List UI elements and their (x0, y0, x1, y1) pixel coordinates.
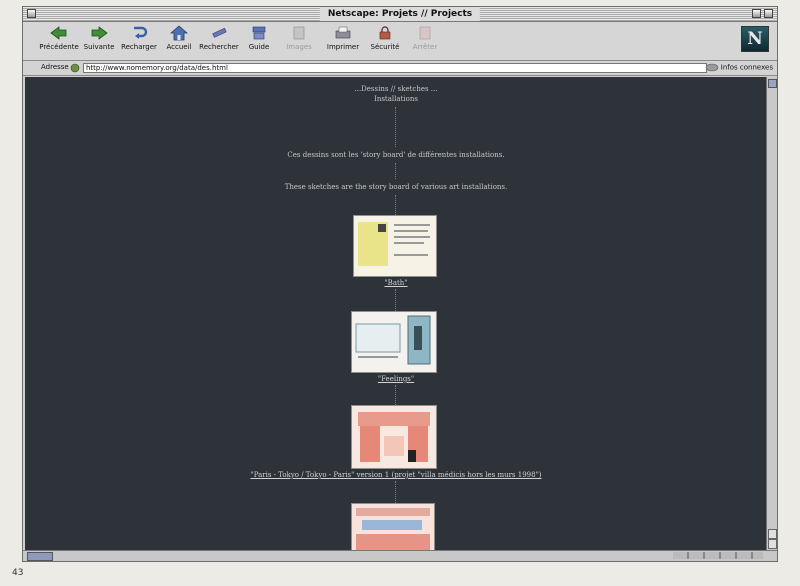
scroll-thumb[interactable] (768, 79, 777, 88)
bath-sketch-image (358, 222, 430, 266)
guide-label: Guide (248, 43, 270, 51)
paris-tokyo-link[interactable]: "Paris - Tokyo / Tokyo - Paris" version … (25, 471, 767, 479)
fourth-sketch-image (356, 508, 430, 551)
english-description: These sketches are the story board of va… (284, 183, 508, 191)
url-field[interactable]: http://www.nomemory.org/data/des.html (83, 63, 707, 73)
bath-link[interactable]: "Bath" (25, 279, 767, 287)
related-icon (705, 63, 718, 72)
security-button[interactable]: Sécurité (363, 24, 407, 58)
component-bar[interactable] (673, 552, 763, 559)
home-icon (170, 25, 188, 41)
window-title: Netscape: Projets // Projects (319, 7, 481, 21)
close-box[interactable] (27, 9, 36, 18)
collapse-box[interactable] (764, 9, 773, 18)
stop-icon (419, 26, 431, 40)
forward-icon (91, 26, 108, 40)
stop-button[interactable]: Arrêter (403, 24, 447, 58)
paris-tokyo-sketch-thumbnail[interactable] (351, 405, 437, 469)
related-label: Infos connexes (720, 63, 773, 72)
back-label: Précédente (39, 43, 79, 51)
print-icon (335, 26, 351, 39)
page-heading: ...Dessins // sketches ... (354, 85, 438, 93)
browser-window: Netscape: Projets // Projects Précédente… (22, 6, 778, 562)
paris-tokyo-sketch-image (358, 412, 430, 462)
feelings-sketch-image (355, 315, 431, 365)
dotted-line (395, 385, 397, 405)
scroll-up-arrow[interactable] (768, 529, 777, 539)
dotted-line (395, 481, 397, 503)
vertical-scrollbar[interactable] (766, 77, 777, 551)
bath-sketch-thumbnail[interactable] (353, 215, 437, 277)
security-status-icon[interactable] (27, 552, 53, 561)
guide-icon (252, 26, 266, 40)
print-label: Imprimer (326, 43, 360, 51)
reload-button[interactable]: Recharger (117, 24, 161, 58)
forward-label: Suivante (83, 43, 115, 51)
search-button[interactable]: Rechercher (197, 24, 241, 58)
back-button[interactable]: Précédente (37, 24, 81, 58)
stop-label: Arrêter (412, 43, 438, 51)
search-label: Rechercher (199, 43, 239, 51)
guide-button[interactable]: Guide (237, 24, 281, 58)
reload-label: Recharger (121, 43, 157, 51)
related-link[interactable]: Infos connexes (705, 63, 773, 72)
home-button[interactable]: Accueil (157, 24, 201, 58)
dotted-line (395, 195, 397, 215)
address-label: Adresse (41, 63, 69, 71)
images-icon (293, 26, 305, 40)
fourth-sketch-thumbnail[interactable] (351, 503, 435, 551)
dotted-line (395, 163, 397, 179)
home-label: Accueil (166, 43, 192, 51)
print-button[interactable]: Imprimer (321, 24, 365, 58)
dotted-line (395, 107, 397, 147)
page-content[interactable]: ...Dessins // sketches ... Installations… (25, 77, 767, 551)
page-subheading: Installations (374, 95, 418, 103)
zoom-box[interactable] (752, 9, 761, 18)
navigation-toolbar: Précédente Suivante Recharger Accueil Re… (23, 22, 777, 61)
lock-icon (379, 26, 391, 40)
reload-icon (134, 26, 148, 39)
status-bar (23, 550, 777, 561)
search-icon (212, 27, 227, 38)
netscape-logo[interactable]: N (741, 26, 769, 52)
scroll-down-arrow[interactable] (768, 539, 777, 549)
feelings-sketch-thumbnail[interactable] (351, 311, 437, 373)
dotted-line (395, 289, 397, 311)
forward-button[interactable]: Suivante (77, 24, 121, 58)
french-description: Ces dessins sont les 'story board' de di… (287, 151, 505, 159)
feelings-link[interactable]: "Feelings" (25, 375, 767, 383)
bookmark-icon[interactable] (70, 63, 80, 73)
security-label: Sécurité (370, 43, 400, 51)
title-bar[interactable]: Netscape: Projets // Projects (23, 7, 777, 22)
address-bar: Adresse http://www.nomemory.org/data/des… (23, 61, 777, 76)
images-label: Images (286, 43, 312, 51)
images-button[interactable]: Images (277, 24, 321, 58)
book-page-number: 43 (12, 568, 24, 578)
back-icon (50, 26, 67, 40)
